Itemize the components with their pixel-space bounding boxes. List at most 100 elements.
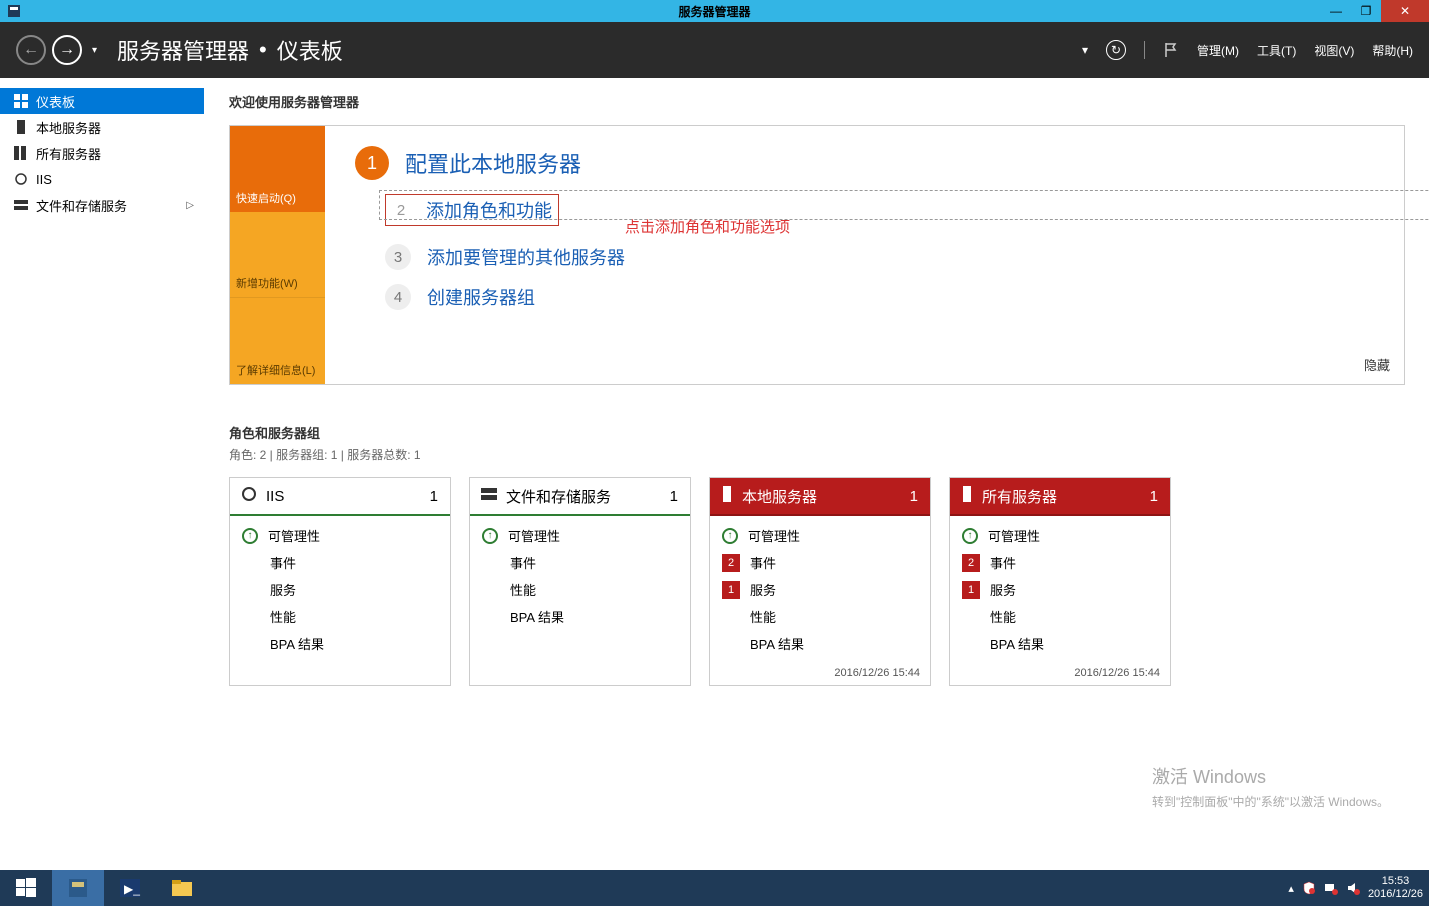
taskbar-server-manager[interactable] — [52, 870, 104, 906]
tab-quick-start[interactable]: 快速启动(Q) — [230, 126, 325, 212]
sidebar-item-all-servers[interactable]: 所有服务器 — [0, 140, 204, 166]
breadcrumb-separator: • — [259, 37, 267, 63]
tile-row-label: 性能 — [510, 580, 536, 599]
tab-learn-more[interactable]: 了解详细信息(L) — [230, 297, 325, 384]
tile-row-label: 性能 — [270, 607, 296, 626]
tile-row-bpa[interactable]: BPA 结果 — [722, 634, 918, 653]
step-label-2: 添加角色和功能 — [426, 197, 552, 223]
activate-title: 激活 Windows — [1152, 763, 1389, 789]
tile-row-performance[interactable]: 性能 — [962, 607, 1158, 626]
tile-row-bpa[interactable]: BPA 结果 — [242, 634, 438, 653]
tile-row-services[interactable]: 1服务 — [962, 580, 1158, 599]
iis-icon — [14, 172, 28, 186]
step-4[interactable]: 4 创建服务器组 — [385, 284, 1374, 310]
nav-back-button[interactable]: ← — [16, 35, 46, 65]
tile-row-services[interactable]: 1服务 — [722, 580, 918, 599]
taskbar-clock[interactable]: 15:53 2016/12/26 — [1368, 875, 1423, 901]
taskbar-powershell[interactable]: ▶_ — [104, 870, 156, 906]
tile-1[interactable]: 文件和存储服务1↑可管理性事件性能BPA 结果 — [469, 477, 691, 686]
expand-icon[interactable]: ▷ — [186, 200, 194, 211]
tile-row-events[interactable]: 2 事件 — [722, 553, 918, 572]
tile-row-manageability[interactable]: ↑可管理性 — [722, 526, 918, 545]
arrow-up-icon: ↑ — [482, 528, 498, 544]
tile-row-label: 可管理性 — [988, 526, 1040, 545]
tile-row-bpa[interactable]: BPA 结果 — [482, 607, 678, 626]
activate-subtitle: 转到"控制面板"中的"系统"以激活 Windows。 — [1152, 793, 1389, 810]
sidebar-item-dashboard[interactable]: 仪表板 — [0, 88, 204, 114]
taskbar-date: 2016/12/26 — [1368, 888, 1423, 901]
header-dropdown-caret[interactable]: ▾ — [1082, 43, 1088, 57]
tile-row-performance[interactable]: 性能 — [482, 580, 678, 599]
step-label-3: 添加要管理的其他服务器 — [427, 244, 625, 270]
tile-row-bpa[interactable]: BPA 结果 — [962, 634, 1158, 653]
close-button[interactable]: ✕ — [1381, 0, 1429, 22]
tile-row-label: 可管理性 — [268, 526, 320, 545]
maximize-button[interactable]: ❐ — [1351, 0, 1381, 22]
tile-row-label: BPA 结果 — [510, 607, 564, 626]
separator — [1144, 41, 1145, 59]
tile-count: 1 — [670, 488, 678, 505]
step-3[interactable]: 3 添加要管理的其他服务器 — [385, 244, 1374, 270]
tile-row-label: 事件 — [750, 553, 776, 572]
tile-2[interactable]: 本地服务器1↑可管理性2事件1服务性能BPA 结果2016/12/26 15:4… — [709, 477, 931, 686]
tile-row-manageability[interactable]: ↑可管理性 — [962, 526, 1158, 545]
sidebar-item-file-storage[interactable]: 文件和存储服务 ▷ — [0, 192, 204, 218]
sidebar-item-label: 本地服务器 — [36, 118, 101, 137]
menu-tools[interactable]: 工具(T) — [1257, 42, 1296, 59]
groups-subtitle: 角色: 2 | 服务器组: 1 | 服务器总数: 1 — [229, 446, 1405, 463]
tile-header: 所有服务器1 — [950, 478, 1170, 514]
arrow-up-icon: ↑ — [242, 528, 258, 544]
step-1[interactable]: 1 配置此本地服务器 — [355, 146, 1374, 180]
tile-count: 1 — [430, 488, 438, 505]
nav-history-dropdown[interactable]: ▾ — [92, 45, 97, 56]
tile-row-services[interactable]: 服务 — [242, 580, 438, 599]
server-icon — [14, 120, 28, 134]
nav-forward-button[interactable]: → — [52, 35, 82, 65]
tile-row-events[interactable]: 2事件 — [962, 553, 1158, 572]
tile-row-performance[interactable]: 性能 — [242, 607, 438, 626]
tile-icon — [480, 485, 498, 507]
tray-network-icon[interactable] — [1324, 881, 1338, 895]
annotation-text: 点击添加角色和功能选项 — [625, 216, 790, 237]
tile-row-manageability[interactable]: ↑ 可管理性 — [242, 526, 438, 545]
menu-help[interactable]: 帮助(H) — [1372, 42, 1413, 59]
notifications-flag-icon[interactable] — [1163, 42, 1179, 58]
tray-chevron-icon[interactable]: ▴ — [1288, 882, 1294, 895]
breadcrumb-page[interactable]: 仪表板 — [277, 34, 343, 66]
count-badge: 2 — [722, 554, 740, 572]
tile-row-performance[interactable]: 性能 — [722, 607, 918, 626]
tile-row-label: 服务 — [990, 580, 1016, 599]
step-number-4: 4 — [385, 284, 411, 310]
sidebar-item-local-server[interactable]: 本地服务器 — [0, 114, 204, 140]
start-button[interactable] — [0, 870, 52, 906]
sidebar-item-label: 仪表板 — [36, 92, 75, 111]
tile-row-events[interactable]: 事件 — [242, 553, 438, 572]
menu-view[interactable]: 视图(V) — [1314, 42, 1354, 59]
step-number-1: 1 — [355, 146, 389, 180]
tray-security-icon[interactable] — [1302, 881, 1316, 895]
taskbar: ▶_ ▴ 15:53 2016/12/26 — [0, 870, 1429, 906]
taskbar-explorer[interactable] — [156, 870, 208, 906]
tray-sound-icon[interactable] — [1346, 881, 1360, 895]
tile-3[interactable]: 所有服务器1↑可管理性2事件1服务性能BPA 结果2016/12/26 15:4… — [949, 477, 1171, 686]
count-badge: 2 — [962, 554, 980, 572]
breadcrumb-app[interactable]: 服务器管理器 — [117, 34, 249, 66]
menu-manage[interactable]: 管理(M) — [1197, 42, 1239, 59]
tile-header: 本地服务器1 — [710, 478, 930, 514]
tile-row-label: 事件 — [510, 553, 536, 572]
step-number-2: 2 — [392, 197, 410, 223]
minimize-button[interactable]: — — [1321, 0, 1351, 22]
tile-row-label: 可管理性 — [508, 526, 560, 545]
hide-link[interactable]: 隐藏 — [1364, 355, 1390, 374]
tile-row-events[interactable]: 事件 — [482, 553, 678, 572]
tile-row-label: 性能 — [990, 607, 1016, 626]
sidebar-item-label: 所有服务器 — [36, 144, 101, 163]
tile-0[interactable]: IIS1↑可管理性事件服务性能BPA 结果 — [229, 477, 451, 686]
svg-text:▶_: ▶_ — [124, 882, 140, 896]
sidebar-item-iis[interactable]: IIS — [0, 166, 204, 192]
tile-row-manageability[interactable]: ↑ 可管理性 — [482, 526, 678, 545]
taskbar-time: 15:53 — [1368, 875, 1423, 888]
tab-whats-new[interactable]: 新增功能(W) — [230, 212, 325, 298]
refresh-icon[interactable]: ↻ — [1106, 40, 1126, 60]
step-2[interactable]: 2 添加角色和功能 — [385, 194, 1374, 226]
